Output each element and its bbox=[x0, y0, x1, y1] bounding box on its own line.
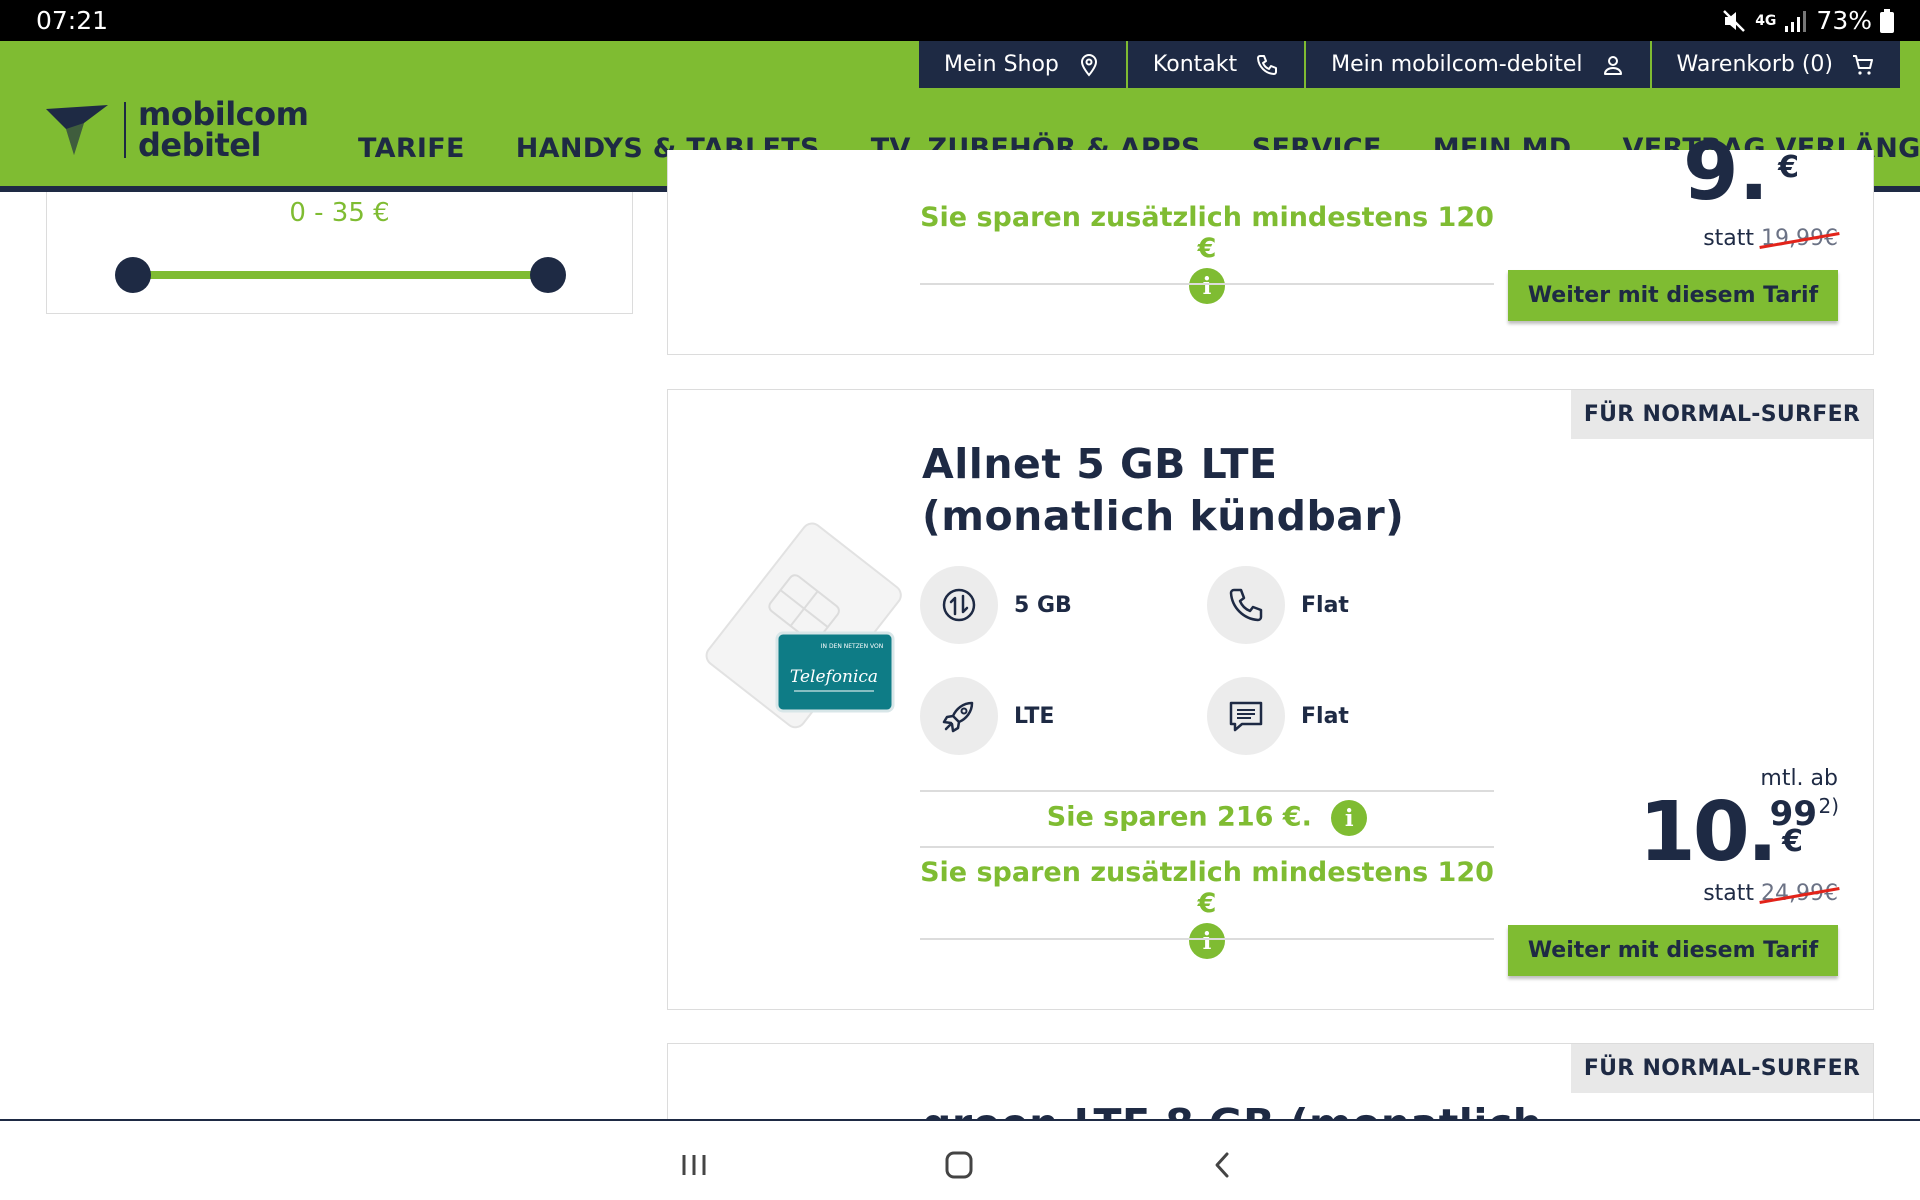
network-type: 4G bbox=[1755, 12, 1777, 29]
feature-calls-label: Flat bbox=[1301, 592, 1349, 618]
tariff-badge: FÜR NORMAL-SURFER bbox=[1571, 1044, 1873, 1093]
divider bbox=[920, 846, 1494, 848]
logo-line-2: debitel bbox=[138, 126, 261, 164]
price-integer: 10. bbox=[1638, 785, 1778, 880]
my-shop-link[interactable]: Mein Shop bbox=[919, 41, 1128, 88]
phone-icon bbox=[1229, 588, 1263, 622]
savings-extra-text: Sie sparen zusätzlich mindestens 120 € bbox=[920, 857, 1494, 919]
status-time: 07:21 bbox=[36, 6, 109, 35]
price-slider-track[interactable] bbox=[133, 271, 547, 279]
sim-brand-text: Telefonica bbox=[790, 667, 878, 687]
savings-extra-text: Sie sparen zusätzlich mindestens 120 € bbox=[920, 202, 1494, 264]
status-icons: 4G 73% bbox=[1721, 6, 1894, 35]
user-icon bbox=[1603, 55, 1622, 75]
nav-tarife[interactable]: TARIFE bbox=[358, 133, 465, 164]
price: 10. 99 2) € bbox=[1639, 788, 1839, 883]
recents-icon bbox=[682, 1155, 706, 1175]
feature-sms-circle bbox=[1207, 677, 1285, 755]
old-price-value: 19,99€ bbox=[1761, 226, 1838, 251]
statt-label: statt bbox=[1703, 881, 1755, 906]
savings-extra: Sie sparen zusätzlich mindestens 120 € i bbox=[920, 202, 1494, 304]
price-fragment: 9. bbox=[1682, 125, 1769, 218]
statt-label: statt bbox=[1703, 226, 1755, 251]
cart-icon bbox=[1853, 54, 1873, 75]
data-transfer-icon bbox=[942, 588, 976, 622]
contact-link[interactable]: Kontakt bbox=[1127, 41, 1307, 88]
price-footnote: 2) bbox=[1818, 794, 1839, 818]
battery-icon bbox=[1880, 8, 1894, 33]
account-label: Mein mobilcom-debitel bbox=[1331, 52, 1583, 77]
battery-level: 73% bbox=[1816, 6, 1872, 35]
status-bar: 07:21 4G 73% bbox=[0, 0, 1920, 41]
feature-sms-label: Flat bbox=[1301, 703, 1349, 729]
divider bbox=[920, 790, 1494, 792]
cart-link[interactable]: Warenkorb (0) bbox=[1651, 41, 1900, 88]
feature-network-circle bbox=[920, 677, 998, 755]
phone-icon bbox=[1257, 54, 1278, 75]
location-pin-icon bbox=[1080, 53, 1097, 77]
signal-icon bbox=[1785, 10, 1807, 32]
sim-card-image: IN DEN NETZEN VON Telefonica bbox=[705, 522, 902, 729]
select-tariff-button[interactable]: Weiter mit diesem Tarif bbox=[1508, 270, 1838, 321]
info-icon[interactable]: i bbox=[1331, 800, 1368, 836]
feature-data-circle bbox=[920, 566, 998, 644]
rocket-icon bbox=[942, 701, 974, 733]
select-tariff-button[interactable]: Weiter mit diesem Tarif bbox=[1508, 925, 1838, 976]
feature-network-label: LTE bbox=[1014, 703, 1055, 729]
top-links: Mein Shop Kontakt Mein mobilcom-debitel … bbox=[919, 41, 1900, 88]
logo-mark-icon bbox=[46, 105, 108, 155]
feature-sms: Flat bbox=[1207, 677, 1349, 755]
savings-text: Sie sparen 216 €. bbox=[1046, 801, 1312, 833]
logo-text: mobilcom debitel bbox=[138, 98, 309, 164]
back-button[interactable] bbox=[1202, 1145, 1242, 1185]
old-price: statt 24,99€ bbox=[1703, 881, 1838, 906]
site-logo[interactable]: mobilcom debitel bbox=[44, 98, 309, 164]
price-euro: € bbox=[1778, 150, 1799, 185]
tariff-card: FÜR NORMAL-SURFER IN DEN NETZEN VON Tele… bbox=[667, 389, 1874, 1010]
info-icon[interactable]: i bbox=[1189, 923, 1225, 959]
cart-label: Warenkorb (0) bbox=[1676, 52, 1833, 77]
back-icon bbox=[1215, 1152, 1229, 1178]
account-link[interactable]: Mein mobilcom-debitel bbox=[1306, 41, 1652, 88]
feature-data: 5 GB bbox=[920, 566, 1072, 644]
mute-icon bbox=[1723, 9, 1746, 32]
tariff-badge: FÜR NORMAL-SURFER bbox=[1571, 390, 1873, 439]
recents-button[interactable] bbox=[674, 1145, 714, 1185]
my-shop-label: Mein Shop bbox=[944, 52, 1059, 77]
old-price-value: 24,99€ bbox=[1761, 881, 1838, 906]
contact-label: Kontakt bbox=[1152, 52, 1238, 77]
feature-calls-circle bbox=[1207, 566, 1285, 644]
feature-network: LTE bbox=[920, 677, 1054, 755]
info-icon[interactable]: i bbox=[1189, 268, 1225, 304]
old-price: statt 19,99€ bbox=[1703, 226, 1838, 251]
feature-calls: Flat bbox=[1207, 566, 1349, 644]
price-slider-min-handle[interactable] bbox=[115, 257, 151, 293]
savings: Sie sparen 216 €. i bbox=[920, 800, 1494, 836]
price-slider-max-handle[interactable] bbox=[530, 257, 566, 293]
logo-divider bbox=[124, 102, 126, 158]
android-nav-bar bbox=[0, 1119, 1920, 1200]
savings-extra: Sie sparen zusätzlich mindestens 120 € i bbox=[920, 857, 1494, 959]
price-range-label: 0 - 35 € bbox=[289, 198, 390, 228]
price-filter-panel: 0 - 35 € bbox=[46, 192, 633, 314]
price-euro: € bbox=[1782, 824, 1803, 859]
sim-network-text: IN DEN NETZEN VON bbox=[821, 643, 883, 650]
tariff-title: Allnet 5 GB LTE (monatlich kündbar) bbox=[922, 440, 1405, 540]
divider bbox=[920, 938, 1494, 940]
divider bbox=[920, 283, 1494, 285]
tariff-card-previous: Sie sparen zusätzlich mindestens 120 € i… bbox=[667, 132, 1874, 355]
sms-icon bbox=[1229, 701, 1263, 732]
feature-data-label: 5 GB bbox=[1014, 592, 1072, 618]
home-button[interactable] bbox=[939, 1145, 979, 1185]
home-icon bbox=[945, 1151, 973, 1179]
